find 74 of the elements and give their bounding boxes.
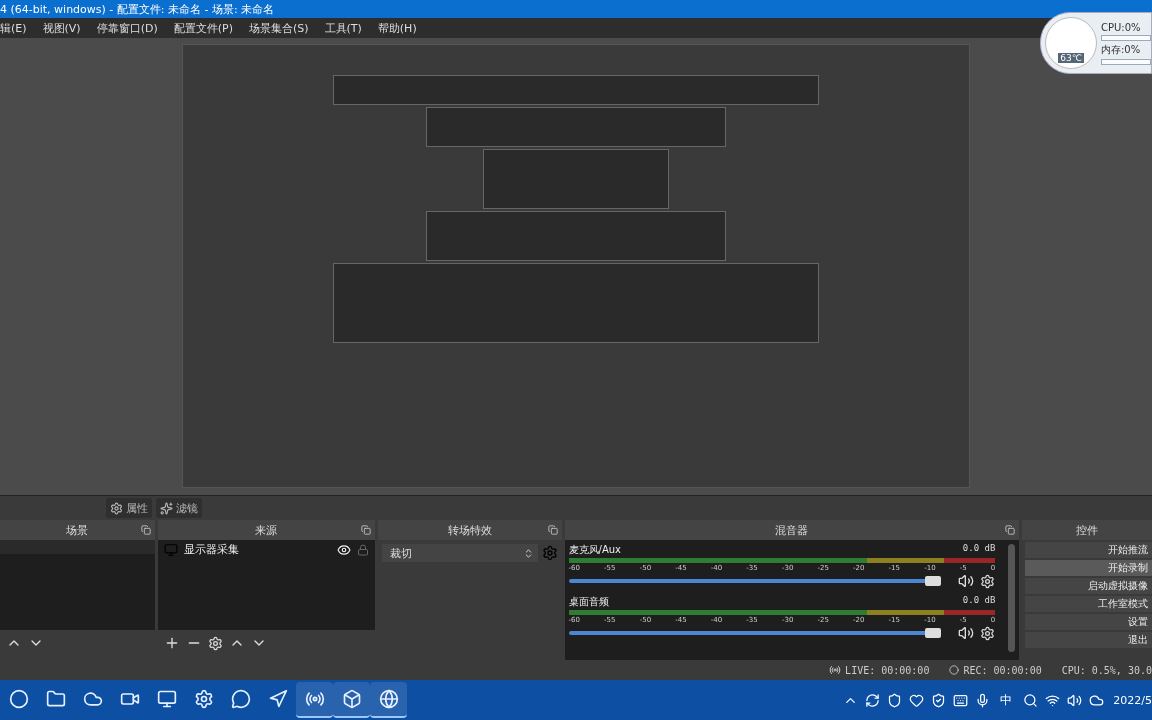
menu-item[interactable]: 视图(V) — [42, 20, 81, 36]
microphone-icon[interactable] — [974, 692, 990, 708]
cpu-status: CPU: 0.5%, 30.0 — [1061, 664, 1152, 676]
db-reading: 0.0 dB — [962, 595, 996, 607]
wifi-icon[interactable] — [1044, 692, 1060, 708]
float-icon[interactable] — [140, 525, 151, 535]
taskbar-date[interactable]: 2022/5 — [1113, 693, 1152, 707]
temperature-label: 63℃ — [1058, 53, 1084, 63]
shield-icon[interactable] — [886, 692, 902, 708]
window-title: 4 (64-bit, windows) - 配置文件: 未命名 - 场景: 未命名 — [0, 1, 275, 17]
rec-timer: REC: 00:00:00 — [963, 664, 1042, 676]
menu-item[interactable]: 停靠窗口(D) — [96, 20, 158, 36]
dock-title: 场景 — [66, 522, 89, 538]
float-icon[interactable] — [547, 525, 558, 535]
cpu-label: CPU:0% — [1101, 21, 1142, 33]
menu-item[interactable]: 帮助(H) — [377, 20, 417, 36]
monitor-icon — [156, 689, 177, 709]
transition-select[interactable]: 裁切 — [382, 544, 538, 562]
speaker-icon[interactable] — [958, 573, 975, 589]
globe-icon — [378, 689, 399, 709]
live-timer: LIVE: 00:00:00 — [845, 664, 930, 676]
control-button[interactable]: 开始录制 — [1025, 560, 1152, 576]
broadcast-icon — [829, 664, 842, 676]
control-button[interactable]: 开始推流 — [1025, 542, 1152, 558]
scrollbar[interactable] — [1008, 544, 1016, 652]
arrow-icon — [267, 689, 288, 709]
gear-icon — [110, 501, 123, 515]
slider-thumb[interactable] — [924, 628, 941, 638]
speaker-icon[interactable] — [958, 625, 975, 641]
sync-icon[interactable] — [864, 692, 880, 708]
taskbar-app[interactable] — [370, 682, 407, 718]
db-reading: 0.0 dB — [962, 543, 996, 555]
speaker-icon[interactable] — [1066, 692, 1082, 708]
menu-item[interactable]: 配置文件(P) — [173, 20, 233, 36]
sparkle-icon — [160, 501, 173, 515]
dock-title: 来源 — [255, 522, 278, 538]
eye-icon[interactable] — [337, 542, 351, 557]
volume-slider[interactable] — [568, 576, 941, 586]
dock-title: 混音器 — [775, 522, 809, 538]
toolbar-button[interactable]: 滤镜 — [156, 498, 202, 518]
cloud-icon[interactable] — [1088, 692, 1104, 708]
control-button[interactable]: 退出 — [1025, 632, 1152, 648]
cloud-icon — [82, 689, 103, 709]
heart-icon[interactable] — [908, 692, 924, 708]
control-button[interactable]: 设置 — [1025, 614, 1152, 630]
folder-icon — [45, 689, 66, 709]
menu-item[interactable]: 工具(T) — [324, 20, 362, 36]
shield-check-icon[interactable] — [930, 692, 946, 708]
float-icon[interactable] — [361, 525, 371, 535]
menu-item[interactable]: 场景集合(S) — [248, 20, 309, 36]
dock-title: 转场特效 — [447, 522, 492, 538]
control-button[interactable]: 工作室模式 — [1025, 596, 1152, 612]
channel-name: 桌面音频 — [568, 595, 609, 609]
memory-label: 内存:0% — [1101, 42, 1142, 57]
ime-indicator[interactable]: 中 — [993, 691, 1020, 709]
circle-icon — [8, 689, 29, 709]
control-button[interactable]: 启动虚拟摄像 — [1025, 578, 1152, 594]
settings-icon — [193, 689, 214, 709]
cpu-bar — [1101, 34, 1151, 41]
record-dot-icon — [949, 665, 960, 675]
memory-bar — [1101, 58, 1151, 65]
keyboard-icon[interactable] — [952, 692, 968, 708]
taskbar-app[interactable] — [296, 682, 333, 718]
chat-bubble-icon — [230, 689, 251, 709]
menu-item[interactable]: 辑(E) — [0, 20, 27, 36]
float-icon[interactable] — [1005, 525, 1016, 535]
toolbar-button[interactable]: 属性 — [106, 498, 152, 518]
dock-title: 控件 — [1076, 522, 1099, 538]
channel-name: 麦克风/Aux — [568, 543, 621, 557]
monitor-icon — [163, 542, 178, 557]
lock-icon[interactable] — [357, 543, 369, 556]
slider-thumb[interactable] — [924, 576, 941, 586]
volume-slider[interactable] — [568, 628, 941, 638]
source-name[interactable]: 显示器采集 — [183, 542, 331, 557]
